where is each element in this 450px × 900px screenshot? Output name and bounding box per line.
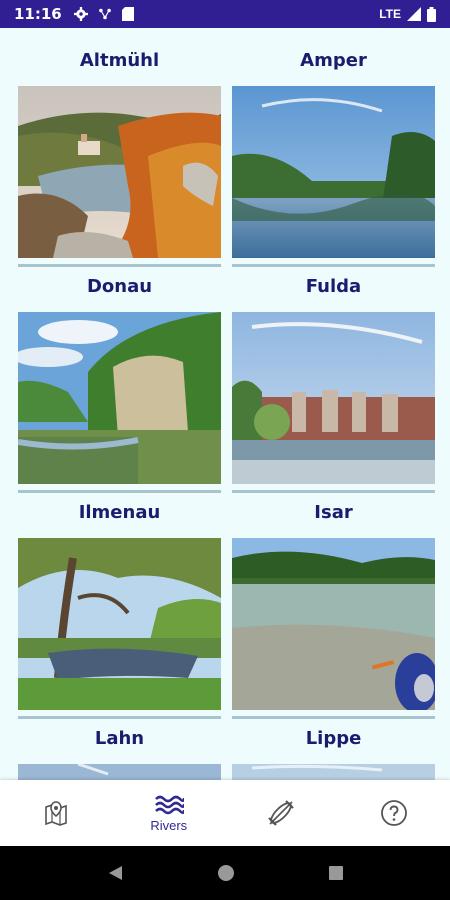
map-pin-icon (45, 801, 68, 826)
nav-rivers[interactable]: Rivers (113, 780, 226, 846)
river-card-amper[interactable]: Amper (232, 34, 435, 267)
river-card-donau[interactable]: Donau (18, 260, 221, 493)
river-title: Amper (300, 49, 367, 71)
river-title: Donau (86, 275, 153, 297)
help-icon (380, 800, 407, 826)
kayak-icon (268, 800, 295, 826)
bottom-navigation: Rivers (0, 780, 450, 846)
system-nav-bar (0, 846, 450, 900)
rivers-grid: Altmühl Amper Donau Fulda Ilmenau Isar L… (0, 28, 450, 780)
nav-help[interactable] (338, 780, 450, 846)
nav-kayak[interactable] (225, 780, 338, 846)
recents-icon[interactable] (328, 865, 344, 881)
river-photo[interactable] (18, 538, 221, 710)
river-title: Fulda (305, 275, 362, 297)
settings-icon (73, 7, 88, 21)
river-title: Lahn (94, 727, 145, 749)
river-title: Altmühl (79, 49, 160, 71)
river-photo[interactable] (18, 764, 221, 780)
river-title: Isar (314, 501, 353, 523)
river-card-ilmenau[interactable]: Ilmenau (18, 486, 221, 719)
river-photo[interactable] (18, 312, 221, 484)
share-icon (98, 8, 111, 20)
status-bar: 11:16 LTE (0, 0, 450, 28)
river-photo[interactable] (18, 86, 221, 258)
waves-icon (154, 795, 184, 814)
river-card-isar[interactable]: Isar (232, 486, 435, 719)
battery-icon (427, 6, 436, 22)
river-card-lippe[interactable]: Lippe (232, 712, 435, 780)
home-icon[interactable] (217, 864, 235, 882)
back-icon[interactable] (106, 864, 124, 882)
signal-icon (407, 7, 421, 21)
sd-card-icon (121, 7, 134, 21)
river-title: Lippe (305, 727, 362, 749)
river-photo[interactable] (232, 86, 435, 258)
network-type: LTE (379, 7, 401, 21)
nav-map[interactable] (0, 780, 113, 846)
river-card-lahn[interactable]: Lahn (18, 712, 221, 780)
river-photo[interactable] (232, 538, 435, 710)
river-card-altmuehl[interactable]: Altmühl (18, 34, 221, 267)
river-photo[interactable] (232, 312, 435, 484)
nav-rivers-label: Rivers (150, 817, 188, 833)
status-time: 11:16 (14, 5, 62, 23)
river-title: Ilmenau (78, 501, 161, 523)
river-card-fulda[interactable]: Fulda (232, 260, 435, 493)
river-photo[interactable] (232, 764, 435, 780)
